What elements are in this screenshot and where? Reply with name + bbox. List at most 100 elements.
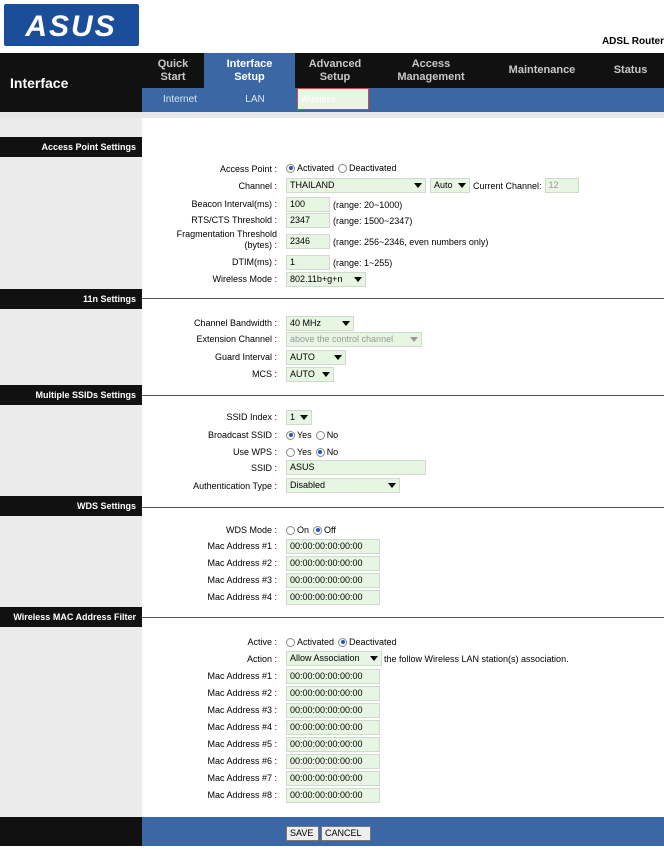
wps-no-radio[interactable]: [315, 447, 325, 457]
mcs-label: MCS :: [251, 369, 277, 379]
wds-off-radio[interactable]: [313, 525, 323, 535]
use-wps-label: Use WPS :: [232, 447, 277, 457]
mcs-select[interactable]: AUTO: [286, 367, 334, 382]
tab-quick-start[interactable]: Quick Start: [142, 53, 204, 88]
broadcast-yes-radio[interactable]: [286, 430, 295, 440]
access-point-label: Access Point :: [219, 164, 277, 174]
wds-off-label: Off: [324, 525, 336, 535]
filter-mac-label-3: Mac Address #3 :: [207, 705, 277, 715]
section-11n: 11n Settings: [0, 289, 142, 309]
tab-maintenance[interactable]: Maintenance: [487, 53, 597, 88]
filter-action-row: Allow Association the follow Wireless LA…: [286, 651, 569, 666]
filter-action-label: Action :: [246, 654, 277, 664]
filter-mac-input-7[interactable]: 00:00:00:00:00:00: [286, 771, 380, 786]
filter-mac-input-6[interactable]: 00:00:00:00:00:00: [286, 754, 380, 769]
guard-interval-select[interactable]: AUTO: [286, 350, 346, 365]
filter-mac-input-5[interactable]: 00:00:00:00:00:00: [286, 737, 380, 752]
current-channel-field: 12: [544, 178, 579, 193]
wds-mode-row: On Off: [286, 525, 336, 535]
auth-type-row: Disabled: [286, 478, 400, 493]
dtim-range: (range: 1~255): [333, 257, 393, 268]
tab-interface-setup[interactable]: Interface Setup: [204, 53, 295, 88]
broadcast-ssid-row: Yes No: [286, 430, 338, 440]
channel-label: Channel :: [238, 181, 277, 191]
wireless-mode-select[interactable]: 802.11b+g+n: [286, 272, 366, 287]
rts-row: 2347 (range: 1500~2347): [286, 213, 412, 228]
broadcast-ssid-label: Broadcast SSID :: [207, 430, 277, 440]
dtim-row: 1 (range: 1~255): [286, 255, 392, 270]
model-name: ADSL Router: [601, 36, 664, 47]
extension-channel-row: above the control channel: [286, 332, 422, 347]
channel-value: THAILAND: [290, 180, 335, 190]
tab-advanced-setup[interactable]: Advanced Setup: [295, 53, 375, 88]
filter-mac-input-4[interactable]: 00:00:00:00:00:00: [286, 720, 380, 735]
extension-channel-select[interactable]: above the control channel: [286, 332, 422, 347]
channel-auto-select[interactable]: Auto: [430, 178, 470, 193]
wds-mac-label-4: Mac Address #4 :: [207, 592, 277, 602]
section-wds: WDS Settings: [0, 496, 142, 516]
chevron-down-icon: [388, 483, 396, 488]
filter-mac-input-1[interactable]: 00:00:00:00:00:00: [286, 669, 380, 684]
section-divider: [142, 395, 664, 396]
beacon-input[interactable]: 100: [286, 197, 330, 212]
section-access-point: Access Point Settings: [0, 137, 142, 157]
wds-on-radio[interactable]: [286, 525, 295, 535]
filter-deactivated-radio[interactable]: [338, 637, 348, 647]
ssid-input[interactable]: ASUS: [286, 460, 426, 475]
filter-mac-input-2[interactable]: 00:00:00:00:00:00: [286, 686, 380, 701]
guard-interval-value: AUTO: [290, 352, 315, 362]
footer-left: [0, 817, 142, 846]
filter-mac-label-5: Mac Address #5 :: [207, 739, 277, 749]
chevron-down-icon: [322, 372, 330, 377]
extension-channel-label: Extension Channel :: [196, 334, 277, 344]
beacon-label: Beacon Interval(ms) :: [191, 199, 277, 209]
extension-channel-value: above the control channel: [290, 334, 394, 344]
dtim-input[interactable]: 1: [286, 255, 330, 270]
cancel-button[interactable]: CANCEL: [321, 826, 371, 841]
wds-mac-label-3: Mac Address #3 :: [207, 575, 277, 585]
chevron-down-icon: [414, 183, 422, 188]
rts-input[interactable]: 2347: [286, 213, 330, 228]
frag-input[interactable]: 2346: [286, 234, 330, 249]
deactivated-label: Deactivated: [349, 163, 397, 173]
chevron-down-icon: [300, 415, 308, 420]
wds-mac-input-2[interactable]: 00:00:00:00:00:00: [286, 556, 380, 571]
ssid-index-select[interactable]: 1: [286, 410, 312, 425]
subtab-wireless[interactable]: Wireless: [297, 88, 369, 110]
deactivated-radio[interactable]: [338, 163, 348, 173]
beacon-range: (range: 20~1000): [333, 199, 403, 210]
current-channel-label: Current Channel:: [473, 180, 542, 191]
save-button[interactable]: SAVE: [286, 826, 319, 841]
subtab-lan[interactable]: LAN: [230, 88, 280, 112]
auth-type-select[interactable]: Disabled: [286, 478, 400, 493]
channel-select[interactable]: THAILAND: [286, 178, 426, 193]
filter-mac-input-8[interactable]: 00:00:00:00:00:00: [286, 788, 380, 803]
wds-mac-input-3[interactable]: 00:00:00:00:00:00: [286, 573, 380, 588]
tab-access-management[interactable]: Access Management: [375, 53, 487, 88]
wps-no-label: No: [326, 447, 339, 457]
broadcast-no-radio[interactable]: [315, 430, 325, 440]
filter-activated-radio[interactable]: [286, 637, 295, 647]
activated-radio[interactable]: [286, 163, 295, 173]
broadcast-yes-label: Yes: [297, 430, 312, 440]
filter-action-select[interactable]: Allow Association: [286, 651, 382, 666]
subtab-internet[interactable]: Internet: [152, 88, 208, 112]
bandwidth-label: Channel Bandwidth :: [193, 318, 277, 328]
mcs-row: AUTO: [286, 367, 334, 382]
ssid-row: ASUS: [286, 460, 426, 475]
section-multiple-ssids: Multiple SSIDs Settings: [0, 385, 142, 405]
wds-mac-label-1: Mac Address #1 :: [207, 541, 277, 551]
filter-mac-label-7: Mac Address #7 :: [207, 773, 277, 783]
bandwidth-select[interactable]: 40 MHz: [286, 316, 354, 331]
broadcast-no-label: No: [326, 430, 339, 440]
channel-auto-value: Auto: [434, 180, 453, 190]
wds-mac-input-4[interactable]: 00:00:00:00:00:00: [286, 590, 380, 605]
footer-bar: [142, 817, 664, 846]
wps-yes-radio[interactable]: [286, 447, 295, 457]
filter-mac-input-3[interactable]: 00:00:00:00:00:00: [286, 703, 380, 718]
guard-interval-row: AUTO: [286, 350, 346, 365]
wds-mac-input-1[interactable]: 00:00:00:00:00:00: [286, 539, 380, 554]
wds-mac-label-2: Mac Address #2 :: [207, 558, 277, 568]
frag-range: (range: 256~2346, even numbers only): [333, 236, 489, 247]
tab-status[interactable]: Status: [597, 53, 664, 88]
